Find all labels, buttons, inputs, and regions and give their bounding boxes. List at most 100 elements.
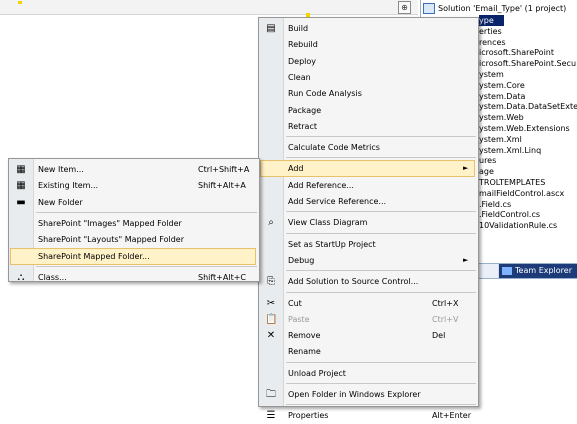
menu-item-sharepoint-images-mapped-folder[interactable]: SharePoint "Images" Mapped Folder bbox=[10, 215, 256, 232]
tree-item[interactable]: icrosoft.SharePoint bbox=[479, 47, 554, 58]
submenu-arrow-icon: ► bbox=[463, 164, 469, 173]
folder-open-icon: 🗀 bbox=[266, 389, 276, 400]
menu-separator bbox=[286, 383, 476, 384]
menu-item-label: Paste bbox=[288, 314, 310, 324]
menu-item-run-code-analysis[interactable]: Run Code Analysis bbox=[260, 85, 475, 102]
cut-icon: ✂ bbox=[266, 297, 276, 309]
menu-item-label: Add bbox=[288, 164, 304, 174]
menu-item-package[interactable]: Package bbox=[260, 102, 475, 119]
properties-icon: ☰ bbox=[266, 410, 276, 422]
menu-item-build[interactable]: ▤ Build bbox=[260, 20, 475, 37]
paste-icon: 📋 bbox=[265, 313, 278, 325]
menu-item-add-reference[interactable]: Add Reference... bbox=[260, 177, 475, 194]
menu-item-view-class-diagram[interactable]: ⌕ View Class Diagram bbox=[260, 214, 475, 231]
editor-navigation-bar bbox=[0, 0, 418, 15]
menu-item-label: Retract bbox=[288, 121, 317, 131]
menu-item-cut[interactable]: ✂ Cut Ctrl+X bbox=[260, 295, 475, 312]
menu-shortcut: Shift+Alt+A bbox=[198, 181, 246, 191]
menu-item-label: Rebuild bbox=[288, 40, 318, 50]
tree-item[interactable]: erties bbox=[479, 26, 502, 37]
menu-shortcut: Ctrl+Shift+A bbox=[198, 165, 250, 174]
menu-separator bbox=[286, 136, 476, 138]
tree-item[interactable]: .Field.cs bbox=[479, 199, 511, 210]
menu-item-retract[interactable]: Retract bbox=[260, 118, 475, 135]
menu-item-remove[interactable]: ✕ Remove Del bbox=[260, 327, 475, 344]
menu-item-label: Build bbox=[288, 24, 309, 33]
menu-separator bbox=[286, 270, 476, 272]
menu-item-clean[interactable]: Clean bbox=[260, 69, 475, 86]
menu-item-deploy[interactable]: Deploy bbox=[260, 53, 475, 70]
menu-item-label: View Class Diagram bbox=[288, 218, 368, 228]
existing-item-icon: ▦ bbox=[16, 180, 26, 192]
tree-item[interactable]: ystem.Data bbox=[479, 91, 525, 102]
menu-item-label: Add Solution to Source Control... bbox=[288, 277, 419, 287]
tree-item[interactable]: age bbox=[479, 166, 494, 177]
menu-item-label: Rename bbox=[288, 347, 321, 357]
tree-item[interactable]: rences bbox=[479, 37, 506, 48]
menu-item-new-item[interactable]: ▦ New Item... Ctrl+Shift+A bbox=[10, 161, 256, 178]
menu-item-label: Debug bbox=[288, 255, 315, 265]
menu-separator bbox=[36, 265, 257, 267]
menu-item-unload-project[interactable]: Unload Project bbox=[260, 365, 475, 382]
build-icon: ▤ bbox=[266, 23, 276, 34]
menu-item-set-as-startup-project[interactable]: Set as StartUp Project bbox=[260, 236, 475, 253]
menu-item-label: New Item... bbox=[38, 165, 84, 174]
tree-item[interactable]: ystem.Data.DataSetExte bbox=[479, 101, 577, 112]
source-control-icon: ⎘ bbox=[267, 276, 275, 288]
menu-item-class[interactable]: ⛬ Class... Shift+Alt+C bbox=[10, 269, 256, 286]
tree-item[interactable]: 10ValidationRule.cs bbox=[479, 220, 557, 231]
menu-separator bbox=[286, 404, 476, 406]
tree-item[interactable]: ystem.Xml.Linq bbox=[479, 145, 541, 156]
menu-item-rename[interactable]: Rename bbox=[260, 343, 475, 360]
menu-shortcut: Shift+Alt+C bbox=[198, 272, 247, 282]
tree-item[interactable]: ures bbox=[479, 155, 496, 166]
menu-item-add-service-reference[interactable]: Add Service Reference... bbox=[260, 193, 475, 210]
menu-item-add-solution-to-source-control[interactable]: ⎘ Add Solution to Source Control... bbox=[260, 273, 475, 290]
add-submenu: ▦ New Item... Ctrl+Shift+A ▦ Existing Item..… bbox=[8, 158, 260, 283]
change-marker bbox=[18, 1, 22, 4]
class-icon: ⛬ bbox=[17, 271, 25, 283]
menu-item-label: Open Folder in Windows Explorer bbox=[288, 390, 421, 399]
project-context-menu: ▤ Build Rebuild Deploy Clean Run Code Analysi… bbox=[258, 17, 479, 421]
menu-separator bbox=[286, 157, 476, 159]
menu-item-sharepoint-layouts-mapped-folder[interactable]: SharePoint "Layouts" Mapped Folder bbox=[10, 231, 256, 248]
menu-item-add[interactable]: Add ► bbox=[260, 160, 475, 178]
menu-separator bbox=[36, 211, 257, 213]
menu-shortcut: Ctrl+X bbox=[432, 298, 459, 308]
menu-item-existing-item[interactable]: ▦ Existing Item... Shift+Alt+A bbox=[10, 177, 256, 194]
menu-shortcut: Alt+Enter bbox=[432, 411, 472, 421]
class-diagram-icon: ⌕ bbox=[268, 217, 274, 229]
menu-item-open-folder-in-windows-explorer[interactable]: 🗀 Open Folder in Windows Explorer bbox=[260, 386, 475, 403]
menu-item-label: Calculate Code Metrics bbox=[288, 143, 380, 153]
menu-separator bbox=[286, 211, 476, 213]
tree-item[interactable]: ype bbox=[479, 15, 504, 26]
menu-separator bbox=[286, 291, 476, 293]
solution-node[interactable]: Solution 'Email_Type' (1 project) bbox=[423, 3, 577, 15]
tree-item[interactable]: icrosoft.SharePoint.Secu bbox=[479, 58, 576, 69]
tree-item[interactable]: ystem.Web bbox=[479, 112, 524, 123]
menu-item-label: Run Code Analysis bbox=[288, 89, 362, 99]
menu-item-properties[interactable]: ☰ Properties Alt+Enter bbox=[260, 407, 475, 424]
menu-item-label: SharePoint Mapped Folder... bbox=[38, 251, 150, 261]
menu-item-debug[interactable]: Debug ► bbox=[260, 252, 475, 269]
menu-item-label: Deploy bbox=[288, 56, 317, 66]
tree-item[interactable]: ystem.Web.Extensions bbox=[479, 123, 570, 134]
menu-separator bbox=[286, 361, 476, 363]
menu-item-rebuild[interactable]: Rebuild bbox=[260, 36, 475, 53]
split-window-button[interactable]: ⊕ bbox=[398, 1, 411, 14]
tree-item[interactable]: TROLTEMPLATES bbox=[479, 177, 545, 188]
menu-item-label: SharePoint "Images" Mapped Folder bbox=[38, 218, 182, 228]
tree-item[interactable]: ystem bbox=[479, 69, 504, 80]
menu-item-label: Package bbox=[288, 105, 322, 115]
solution-icon bbox=[423, 3, 435, 14]
tree-item[interactable]: .FieldControl.cs bbox=[479, 209, 540, 220]
tree-item[interactable]: ystem.Core bbox=[479, 80, 525, 91]
tree-item[interactable]: ystem.Xml bbox=[479, 134, 522, 145]
menu-item-paste[interactable]: 📋 Paste Ctrl+V bbox=[260, 311, 475, 328]
tab-team-explorer[interactable]: Team Explorer bbox=[499, 264, 577, 278]
menu-item-sharepoint-mapped-folder[interactable]: SharePoint Mapped Folder... bbox=[10, 247, 256, 265]
menu-item-new-folder[interactable]: ▬ New Folder bbox=[10, 194, 256, 211]
menu-item-label: Clean bbox=[288, 72, 311, 82]
tree-item[interactable]: mailFieldControl.ascx bbox=[479, 188, 564, 199]
menu-item-calculate-code-metrics[interactable]: Calculate Code Metrics bbox=[260, 139, 475, 156]
